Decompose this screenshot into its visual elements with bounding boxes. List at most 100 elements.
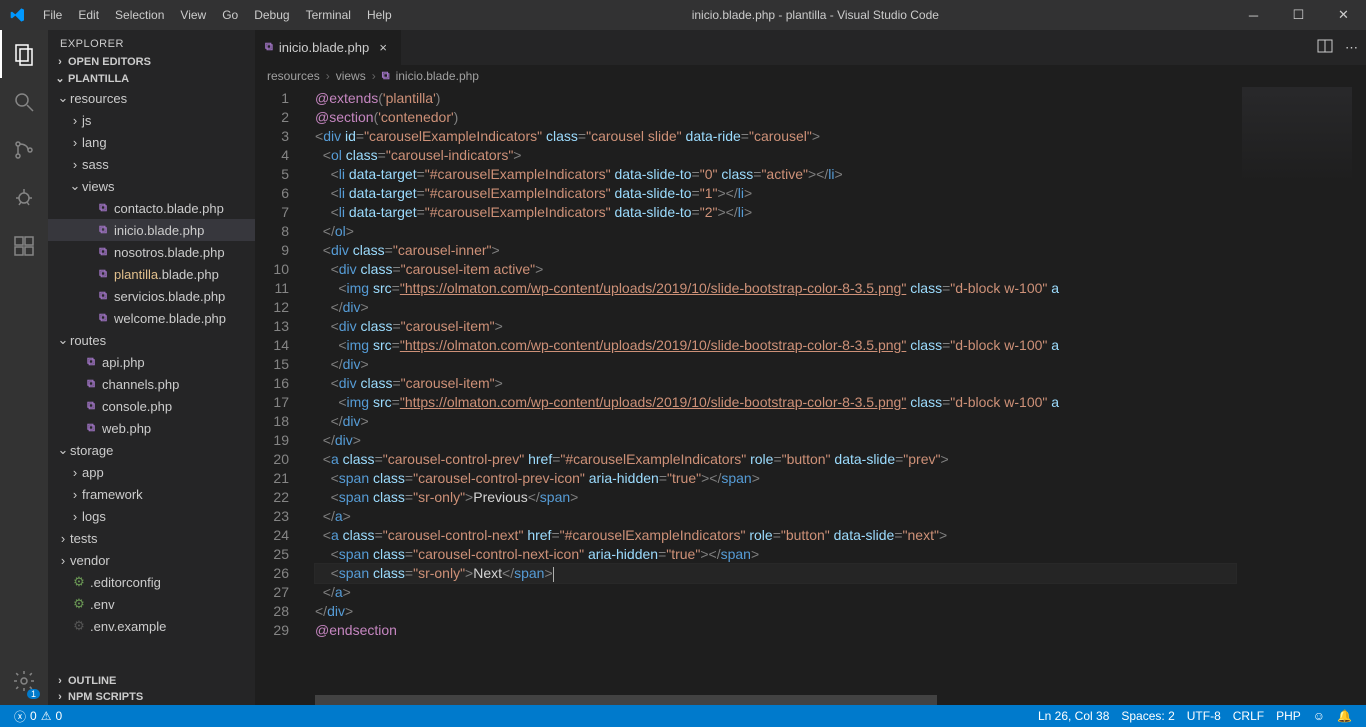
breadcrumb-item[interactable]: resources bbox=[267, 69, 320, 83]
section-npm-scripts[interactable]: ›NPM SCRIPTS bbox=[48, 689, 255, 705]
file-label: welcome.blade.php bbox=[114, 311, 226, 326]
breadcrumb-item[interactable]: views bbox=[336, 69, 366, 83]
editor-tabs: ⧉ inicio.blade.php × ⋯ bbox=[255, 30, 1366, 65]
source-control-icon[interactable] bbox=[0, 126, 48, 174]
section-outline[interactable]: ›OUTLINE bbox=[48, 673, 255, 689]
breadcrumb[interactable]: resources› views› ⧉ inicio.blade.php bbox=[255, 65, 1366, 87]
folder-logs[interactable]: ›logs bbox=[48, 505, 255, 527]
file-welcome.blade.php[interactable]: ⧉welcome.blade.php bbox=[48, 307, 255, 329]
overview-ruler[interactable] bbox=[1352, 87, 1366, 705]
vscode-logo-icon bbox=[0, 7, 35, 23]
php-file-icon: ⧉ bbox=[94, 246, 112, 259]
extensions-icon[interactable] bbox=[0, 222, 48, 270]
file-label: .editorconfig bbox=[90, 575, 161, 590]
menu-edit[interactable]: Edit bbox=[70, 2, 107, 28]
status-eol[interactable]: CRLF bbox=[1227, 709, 1270, 723]
search-icon[interactable] bbox=[0, 78, 48, 126]
chevron-icon: › bbox=[56, 531, 70, 546]
title-bar: File Edit Selection View Go Debug Termin… bbox=[0, 0, 1366, 30]
menu-file[interactable]: File bbox=[35, 2, 70, 28]
horizontal-scrollbar[interactable] bbox=[315, 695, 1352, 705]
more-actions-icon[interactable]: ⋯ bbox=[1345, 40, 1358, 56]
folder-label: lang bbox=[82, 135, 107, 150]
chevron-icon: › bbox=[68, 113, 82, 128]
php-file-icon: ⧉ bbox=[94, 224, 112, 237]
feedback-icon[interactable]: ☺ bbox=[1307, 709, 1331, 723]
file-label: console.php bbox=[102, 399, 172, 414]
file-inicio.blade.php[interactable]: ⧉inicio.blade.php bbox=[48, 219, 255, 241]
scroll-thumb[interactable] bbox=[315, 695, 937, 705]
chevron-icon: ⌄ bbox=[56, 90, 70, 106]
file-console.php[interactable]: ⧉console.php bbox=[48, 395, 255, 417]
menu-view[interactable]: View bbox=[172, 2, 214, 28]
close-tab-icon[interactable]: × bbox=[375, 40, 391, 55]
editor[interactable]: 1234567891011121314151617181920212223242… bbox=[255, 87, 1366, 705]
folder-routes[interactable]: ⌄routes bbox=[48, 329, 255, 351]
php-file-icon: ⧉ bbox=[382, 70, 390, 83]
file-label: web.php bbox=[102, 421, 151, 436]
file-servicios.blade.php[interactable]: ⧉servicios.blade.php bbox=[48, 285, 255, 307]
code-area[interactable]: @extends('plantilla')@section('contenedo… bbox=[315, 87, 1236, 705]
status-encoding[interactable]: UTF-8 bbox=[1181, 709, 1227, 723]
folder-tests[interactable]: ›tests bbox=[48, 527, 255, 549]
menu-terminal[interactable]: Terminal bbox=[298, 2, 359, 28]
status-spaces[interactable]: Spaces: 2 bbox=[1115, 709, 1180, 723]
tab-inicio[interactable]: ⧉ inicio.blade.php × bbox=[255, 30, 402, 65]
status-language[interactable]: PHP bbox=[1270, 709, 1307, 723]
explorer-icon[interactable] bbox=[0, 30, 48, 78]
split-editor-icon[interactable] bbox=[1317, 38, 1333, 57]
file-label: servicios.blade.php bbox=[114, 289, 225, 304]
close-button[interactable]: ✕ bbox=[1321, 0, 1366, 30]
folder-vendor[interactable]: ›vendor bbox=[48, 549, 255, 571]
file-label: nosotros.blade.php bbox=[114, 245, 225, 260]
menu-help[interactable]: Help bbox=[359, 2, 400, 28]
minimap[interactable] bbox=[1242, 87, 1352, 207]
file-web.php[interactable]: ⧉web.php bbox=[48, 417, 255, 439]
file-label: inicio.blade.php bbox=[114, 223, 204, 238]
minimize-button[interactable]: ─ bbox=[1231, 0, 1276, 30]
php-file-icon: ⧉ bbox=[94, 312, 112, 325]
folder-resources[interactable]: ⌄resources bbox=[48, 87, 255, 109]
file-.editorconfig[interactable]: ⚙.editorconfig bbox=[48, 571, 255, 593]
file-api.php[interactable]: ⧉api.php bbox=[48, 351, 255, 373]
window-title: inicio.blade.php - plantilla - Visual St… bbox=[400, 8, 1231, 22]
notifications-icon[interactable]: 🔔 bbox=[1331, 709, 1358, 723]
folder-app[interactable]: ›app bbox=[48, 461, 255, 483]
folder-label: js bbox=[82, 113, 91, 128]
warning-icon: ⚠ bbox=[41, 709, 52, 723]
breadcrumb-item[interactable]: inicio.blade.php bbox=[396, 69, 479, 83]
gear-icon: ⚙ bbox=[70, 596, 88, 612]
folder-storage[interactable]: ⌄storage bbox=[48, 439, 255, 461]
folder-label: views bbox=[82, 179, 115, 194]
maximize-button[interactable]: ☐ bbox=[1276, 0, 1321, 30]
settings-icon[interactable]: 1 bbox=[0, 657, 48, 705]
file-label: .env.example bbox=[90, 619, 166, 634]
section-project[interactable]: ⌄PLANTILLA bbox=[48, 70, 255, 87]
folder-label: resources bbox=[70, 91, 127, 106]
file-.env[interactable]: ⚙.env bbox=[48, 593, 255, 615]
debug-icon[interactable] bbox=[0, 174, 48, 222]
chevron-icon: › bbox=[68, 465, 82, 480]
menu-debug[interactable]: Debug bbox=[246, 2, 297, 28]
menu-go[interactable]: Go bbox=[214, 2, 246, 28]
folder-framework[interactable]: ›framework bbox=[48, 483, 255, 505]
folder-label: sass bbox=[82, 157, 109, 172]
php-file-icon: ⧉ bbox=[82, 378, 100, 391]
status-errors[interactable]: ⓧ0⚠0 bbox=[8, 708, 68, 725]
section-open-editors[interactable]: ›OPEN EDITORS bbox=[48, 54, 255, 70]
menu-selection[interactable]: Selection bbox=[107, 2, 172, 28]
folder-js[interactable]: ›js bbox=[48, 109, 255, 131]
php-file-icon: ⧉ bbox=[94, 268, 112, 281]
gear-icon: ⚙ bbox=[70, 574, 88, 590]
file-contacto.blade.php[interactable]: ⧉contacto.blade.php bbox=[48, 197, 255, 219]
file-channels.php[interactable]: ⧉channels.php bbox=[48, 373, 255, 395]
file-.env.example[interactable]: ⚙.env.example bbox=[48, 615, 255, 637]
file-nosotros.blade.php[interactable]: ⧉nosotros.blade.php bbox=[48, 241, 255, 263]
folder-sass[interactable]: ›sass bbox=[48, 153, 255, 175]
file-plantilla.blade.php[interactable]: ⧉plantilla.blade.php bbox=[48, 263, 255, 285]
folder-label: vendor bbox=[70, 553, 110, 568]
status-cursor[interactable]: Ln 26, Col 38 bbox=[1032, 709, 1115, 723]
activity-bar: 1 bbox=[0, 30, 48, 705]
folder-lang[interactable]: ›lang bbox=[48, 131, 255, 153]
folder-views[interactable]: ⌄views bbox=[48, 175, 255, 197]
